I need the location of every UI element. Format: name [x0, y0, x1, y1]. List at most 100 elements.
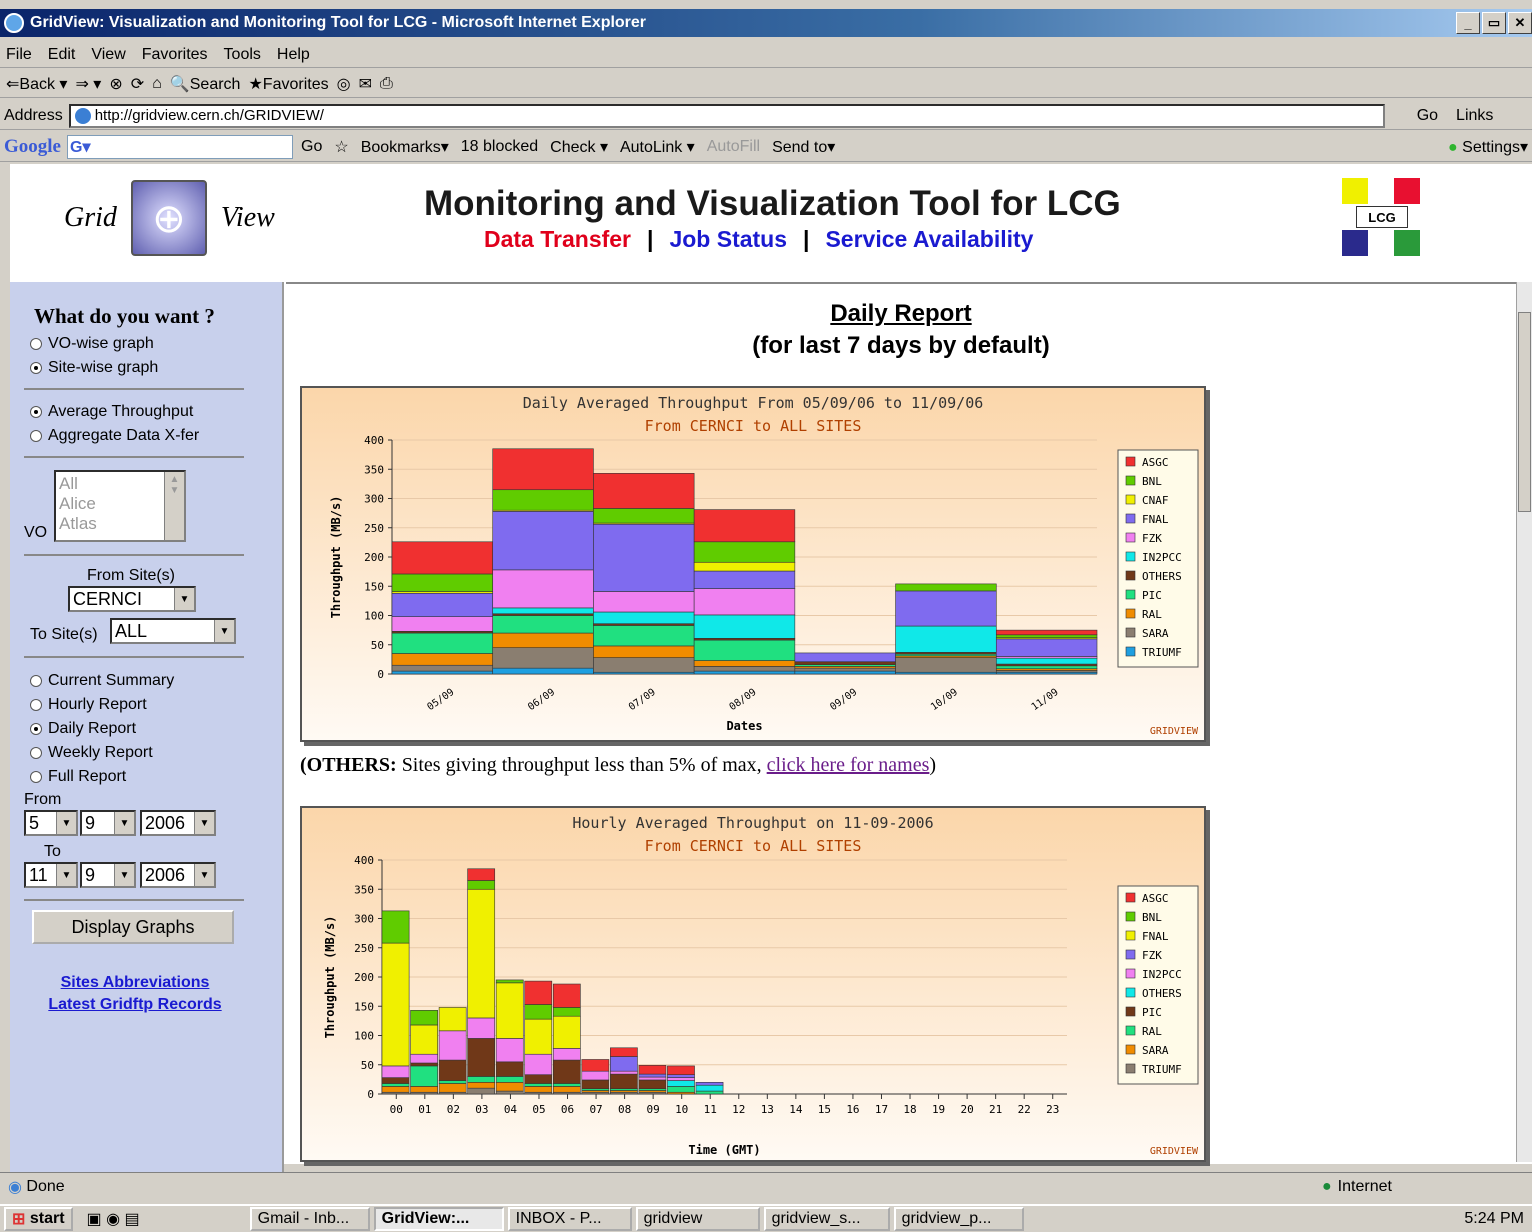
- radio-weekly-report[interactable]: Weekly Report: [30, 744, 153, 762]
- sendto-button[interactable]: Send to▾: [772, 137, 835, 157]
- sites-abbreviations-link[interactable]: Sites Abbreviations: [10, 974, 260, 992]
- bar-segment: [410, 1024, 438, 1055]
- bar-segment: [693, 509, 796, 543]
- nav-service-availability[interactable]: Service Availability: [825, 226, 1033, 253]
- home-icon[interactable]: ⌂: [152, 75, 162, 93]
- bar-segment: [467, 1038, 496, 1077]
- minimize-icon[interactable]: _: [1456, 12, 1480, 34]
- radio-current-summary[interactable]: Current Summary: [30, 672, 174, 690]
- bar-segment: [492, 607, 594, 615]
- legend-swatch: [1125, 1006, 1136, 1017]
- print-icon[interactable]: ⎙: [380, 75, 393, 93]
- from-site-value: CERNCI: [73, 588, 143, 609]
- star-icon[interactable]: ☆: [334, 137, 348, 157]
- spellcheck-button[interactable]: Check ▾: [550, 137, 608, 157]
- scrollbar-thumb[interactable]: [1518, 312, 1531, 512]
- listbox-scrollbar[interactable]: ▲ ▼: [164, 472, 184, 540]
- menu-tools[interactable]: Tools: [224, 46, 261, 64]
- back-button[interactable]: ⇐Back ▾: [6, 74, 67, 94]
- media-icon[interactable]: ◎: [337, 74, 351, 94]
- nav-job-status[interactable]: Job Status: [669, 226, 787, 253]
- google-g-icon: G▾: [70, 138, 91, 156]
- nav-data-transfer[interactable]: Data Transfer: [484, 226, 631, 253]
- to-day-select[interactable]: 11 ▼: [24, 862, 78, 888]
- radio-site-wise[interactable]: Site-wise graph: [30, 359, 158, 377]
- forward-button[interactable]: ⇒ ▾: [75, 74, 101, 94]
- search-button[interactable]: 🔍Search: [170, 74, 241, 94]
- radio-full-report[interactable]: Full Report: [30, 768, 126, 786]
- gridview-logo[interactable]: Grid ⊕ View: [64, 178, 304, 258]
- bookmarks-button[interactable]: Bookmarks▾: [361, 137, 449, 157]
- task-inbox[interactable]: INBOX - P...: [507, 1207, 632, 1231]
- task-gridview-p[interactable]: gridview_p...: [893, 1207, 1024, 1231]
- to-month-select[interactable]: 9 ▼: [80, 862, 136, 888]
- favorites-button[interactable]: ★Favorites: [248, 74, 328, 94]
- chart-subtitle: From CERNCI to ALL SITES: [645, 837, 862, 855]
- from-year-select[interactable]: 2006 ▼: [140, 810, 216, 836]
- bar-segment: [467, 868, 496, 881]
- task-gridview-s[interactable]: gridview_s...: [763, 1207, 890, 1231]
- task-gridview-folder[interactable]: gridview: [635, 1207, 760, 1231]
- to-year-select[interactable]: 2006 ▼: [140, 862, 216, 888]
- menu-view[interactable]: View: [91, 46, 125, 64]
- autolink-button[interactable]: AutoLink ▾: [620, 137, 695, 157]
- address-label: Address: [4, 106, 63, 124]
- x-tick-label: 20: [960, 1103, 973, 1116]
- bar-segment: [895, 590, 997, 627]
- start-button[interactable]: ⊞ start: [4, 1207, 73, 1231]
- mail-icon[interactable]: ✉: [359, 74, 372, 94]
- from-site-select[interactable]: CERNCI ▼: [68, 586, 196, 612]
- refresh-icon[interactable]: ⟳: [131, 74, 144, 94]
- bar-segment: [995, 638, 1098, 657]
- go-button[interactable]: Go: [1417, 107, 1438, 125]
- radio-label: Full Report: [48, 768, 127, 785]
- google-logo[interactable]: Google: [4, 136, 61, 158]
- task-gridview[interactable]: GridView:...: [373, 1207, 504, 1231]
- task-label: Gmail - Inb...: [257, 1210, 350, 1227]
- google-search-input[interactable]: G▾: [67, 134, 293, 159]
- radio-daily-report[interactable]: Daily Report: [30, 720, 136, 738]
- menu-edit[interactable]: Edit: [48, 46, 76, 64]
- vo-listbox[interactable]: All Alice Atlas ▲ ▼: [54, 470, 186, 542]
- from-month-select[interactable]: 9 ▼: [80, 810, 136, 836]
- quicklaunch-icons[interactable]: ▣ ◉ ▤: [87, 1209, 140, 1229]
- page-scrollbar[interactable]: [1516, 282, 1532, 1162]
- others-names-link[interactable]: click here for names: [767, 754, 930, 776]
- legend-label: IN2PCC: [1142, 968, 1182, 981]
- to-site-select[interactable]: ALL ▼: [110, 618, 236, 644]
- autofill-button[interactable]: AutoFill: [707, 138, 760, 156]
- bar-segment: [693, 639, 796, 661]
- bar-segment: [552, 983, 581, 1008]
- legend-swatch: [1125, 532, 1136, 543]
- menu-favorites[interactable]: Favorites: [142, 46, 208, 64]
- stop-icon[interactable]: ⊗: [109, 74, 122, 94]
- radio-vo-wise[interactable]: VO-wise graph: [30, 335, 154, 353]
- popup-blocked-button[interactable]: 18 blocked: [461, 138, 538, 156]
- radio-icon: [30, 723, 42, 735]
- menu-file[interactable]: File: [6, 46, 32, 64]
- ie-icon: [4, 13, 24, 33]
- legend-swatch: [1125, 949, 1136, 960]
- menu-help[interactable]: Help: [277, 46, 310, 64]
- lcg-text: LCG: [1356, 206, 1408, 228]
- display-graphs-button[interactable]: Display Graphs: [32, 910, 234, 944]
- radio-aggregate[interactable]: Aggregate Data X-fer: [30, 427, 199, 445]
- from-day-select[interactable]: 5 ▼: [24, 810, 78, 836]
- google-go-button[interactable]: Go: [301, 138, 322, 156]
- gridftp-records-link[interactable]: Latest Gridftp Records: [10, 996, 260, 1014]
- task-gmail[interactable]: Gmail - Inb...: [249, 1207, 370, 1231]
- links-button[interactable]: Links: [1456, 107, 1493, 125]
- legend-swatch: [1125, 608, 1136, 619]
- x-tick-label: 22: [1018, 1103, 1031, 1116]
- to-date-label: To: [44, 843, 61, 860]
- close-icon[interactable]: ✕: [1508, 12, 1532, 34]
- radio-hourly-report[interactable]: Hourly Report: [30, 696, 147, 714]
- vo-option[interactable]: Alice: [59, 494, 96, 514]
- radio-average-throughput[interactable]: Average Throughput: [30, 403, 193, 421]
- divider: [24, 554, 244, 556]
- address-input[interactable]: http://gridview.cern.ch/GRIDVIEW/: [68, 103, 1385, 128]
- vo-option[interactable]: All: [59, 474, 78, 494]
- maximize-icon[interactable]: ▭: [1482, 12, 1506, 34]
- vo-option[interactable]: Atlas: [59, 514, 97, 534]
- settings-button[interactable]: ● Settings▾: [1448, 137, 1528, 157]
